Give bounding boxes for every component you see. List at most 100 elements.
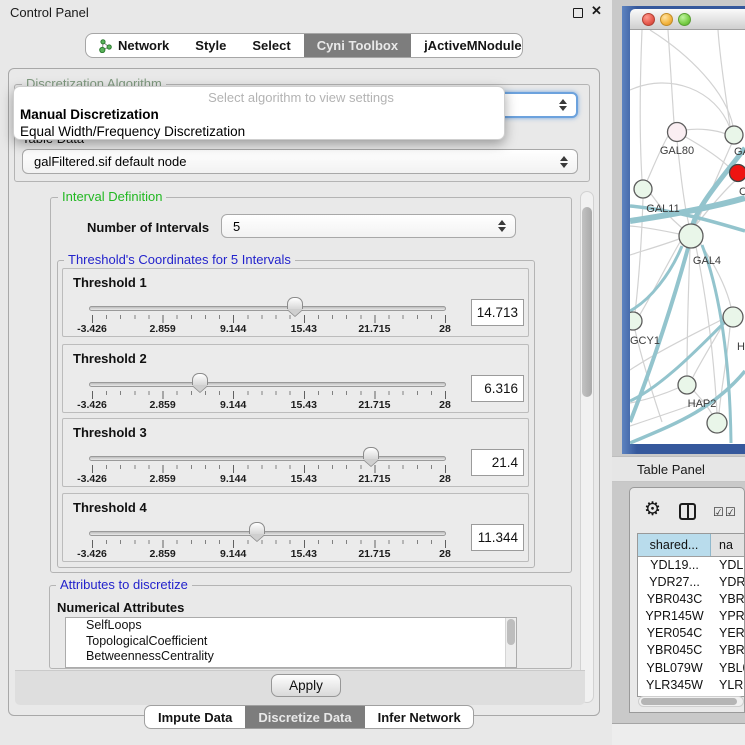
tab-select[interactable]: Select xyxy=(239,34,303,57)
minimize-window-icon[interactable] xyxy=(660,13,673,26)
node[interactable] xyxy=(725,126,743,144)
node-label-c: C xyxy=(739,186,745,198)
list-item[interactable]: SelfLoops xyxy=(66,618,516,634)
threshold-1-panel: Threshold 1 -3.4262.8599.14415.4321.7152… xyxy=(62,268,529,337)
node-label-gal4: GAL4 xyxy=(693,255,721,267)
list-item[interactable]: BetweennessCentrality xyxy=(66,649,516,665)
tab-impute-data[interactable]: Impute Data xyxy=(145,706,245,728)
threshold-4-slider-thumb[interactable] xyxy=(249,522,265,541)
threshold-2-slider-thumb[interactable] xyxy=(192,373,208,392)
dropdown-hint-item: Select algorithm to view settings xyxy=(14,87,504,106)
threshold-4-value-field[interactable]: 11.344 xyxy=(471,524,524,551)
table-panel-titlebar: Table Panel xyxy=(612,456,745,482)
dropdown-option-equal-width[interactable]: Equal Width/Frequency Discretization xyxy=(14,123,504,140)
node-h[interactable] xyxy=(723,307,743,327)
settings-scrollbar[interactable] xyxy=(580,191,594,703)
threshold-4-panel: Threshold 4 -3.4262.8599.14415.4321.7152… xyxy=(62,493,529,562)
node-label-ga: GA xyxy=(734,146,745,158)
slider-scale: -3.4262.8599.14415.4321.71528 xyxy=(92,399,445,411)
threshold-3-panel: Threshold 3 -3.4262.8599.14415.4321.7152… xyxy=(62,418,529,487)
table-row[interactable]: YBR043CYBR0 xyxy=(638,591,744,608)
network-view-window[interactable]: GAL80 GA C GAL11 GAL4 GCY1 H HAP2 xyxy=(622,6,745,454)
threshold-4-label: Threshold 4 xyxy=(73,500,147,515)
table-data-value: galFiltered.sif default node xyxy=(34,154,186,169)
table-row[interactable]: YER054CYER0 xyxy=(638,625,744,642)
list-scrollbar[interactable] xyxy=(505,618,516,667)
zoom-window-icon[interactable] xyxy=(678,13,691,26)
node-label-gcy1: GCY1 xyxy=(630,335,660,347)
checkbox-icon[interactable]: ☑ xyxy=(713,506,724,518)
threshold-1-slider-thumb[interactable] xyxy=(287,297,303,316)
number-of-intervals-label: Number of Intervals xyxy=(87,220,209,235)
node-hap2[interactable] xyxy=(678,376,696,394)
numerical-attributes-list[interactable]: SelfLoops TopologicalCoefficient Between… xyxy=(65,617,517,668)
threshold-3-label: Threshold 3 xyxy=(73,425,147,440)
node[interactable] xyxy=(707,413,727,433)
numerical-attributes-label: Numerical Attributes xyxy=(57,600,184,615)
control-panel-tabbar: Network Style Select Cyni Toolbox jActiv… xyxy=(85,33,523,58)
combo-arrows-icon xyxy=(560,156,568,168)
list-item[interactable]: TopologicalCoefficient xyxy=(66,634,516,650)
slider-ticks xyxy=(92,465,446,473)
threshold-3-value-field[interactable]: 21.4 xyxy=(471,449,524,476)
slider-ticks xyxy=(92,391,446,399)
node-gcy1[interactable] xyxy=(630,312,642,330)
column-header-shared[interactable]: shared... xyxy=(638,534,711,556)
node-label-gal80: GAL80 xyxy=(660,145,694,157)
tab-cyni-toolbox[interactable]: Cyni Toolbox xyxy=(304,34,411,57)
tab-style[interactable]: Style xyxy=(182,34,239,57)
number-of-intervals-combobox[interactable]: 5 xyxy=(221,214,516,238)
table-row[interactable]: YBR045CYBR0 xyxy=(638,642,744,659)
scrollbar-thumb[interactable] xyxy=(507,619,515,645)
node-gal11[interactable] xyxy=(634,180,652,198)
slider-scale: -3.4262.8599.14415.4321.71528 xyxy=(92,473,445,485)
gear-icon[interactable]: ⚙ xyxy=(644,500,661,519)
checkbox-icon[interactable]: ☑ xyxy=(725,506,736,518)
network-canvas[interactable]: GAL80 GA C GAL11 GAL4 GCY1 H HAP2 xyxy=(630,30,745,444)
apply-button[interactable]: Apply xyxy=(271,674,341,697)
column-header-name[interactable]: na xyxy=(711,534,744,556)
table-row[interactable]: YBL079WYBL0 xyxy=(638,660,744,677)
threshold-1-slider-track[interactable] xyxy=(89,306,446,311)
cyni-mode-tabbar: Impute Data Discretize Data Infer Networ… xyxy=(144,705,474,729)
threshold-2-panel: Threshold 2 -3.4262.8599.14415.4321.7152… xyxy=(62,344,529,413)
tab-jactivemnodules[interactable]: jActiveMNodules xyxy=(411,34,523,57)
interval-definition-title: Interval Definition xyxy=(58,190,166,203)
threshold-1-label: Threshold 1 xyxy=(73,275,147,290)
threshold-coordinates-title: Threshold's Coordinates for 5 Intervals xyxy=(64,253,295,266)
node-label-gal11: GAL11 xyxy=(646,203,679,215)
threshold-4-slider-track[interactable] xyxy=(89,531,446,536)
columns-icon[interactable] xyxy=(679,503,696,520)
bottom-panel-edge xyxy=(612,723,745,745)
threshold-3-slider-thumb[interactable] xyxy=(363,447,379,466)
node-gal80[interactable] xyxy=(668,123,687,142)
close-window-icon[interactable] xyxy=(642,13,655,26)
table-panel-window: ⚙ ☑ ☑ shared... na YDL19...YDL1 YDR27...… xyxy=(629,487,745,713)
threshold-3-slider-track[interactable] xyxy=(89,456,446,461)
slider-ticks xyxy=(92,315,446,323)
tab-network[interactable]: Network xyxy=(86,34,182,57)
node-attribute-table[interactable]: shared... na YDL19...YDL1 YDR27...YDR2 Y… xyxy=(637,533,745,697)
network-window-titlebar[interactable] xyxy=(630,9,745,30)
table-row[interactable]: YPR145WYPR1 xyxy=(638,608,744,625)
table-data-combobox[interactable]: galFiltered.sif default node xyxy=(22,149,578,174)
table-panel-title: Table Panel xyxy=(637,462,705,477)
table-row[interactable]: YLR345WYLR3 xyxy=(638,677,744,694)
float-panel-icon[interactable] xyxy=(573,8,583,18)
scrollbar-thumb[interactable] xyxy=(582,207,592,397)
table-row[interactable]: YDL19...YDL1 xyxy=(638,557,744,574)
tab-infer-network[interactable]: Infer Network xyxy=(365,706,474,728)
node-gal4[interactable] xyxy=(679,224,703,248)
threshold-2-value-field[interactable]: 6.316 xyxy=(471,375,524,402)
node-red[interactable] xyxy=(730,165,745,182)
scrollbar-thumb[interactable] xyxy=(641,698,737,705)
close-panel-icon[interactable]: ✕ xyxy=(591,3,602,19)
tab-discretize-data[interactable]: Discretize Data xyxy=(245,706,364,728)
threshold-1-value-field[interactable]: 14.713 xyxy=(471,299,524,326)
table-horizontal-scrollbar[interactable] xyxy=(638,696,744,707)
dropdown-option-manual[interactable]: Manual Discretization xyxy=(14,106,504,123)
combo-arrows-icon xyxy=(559,99,567,111)
network-icon xyxy=(99,39,112,53)
table-row[interactable]: YDR27...YDR2 xyxy=(638,574,744,591)
threshold-2-slider-track[interactable] xyxy=(89,382,446,387)
